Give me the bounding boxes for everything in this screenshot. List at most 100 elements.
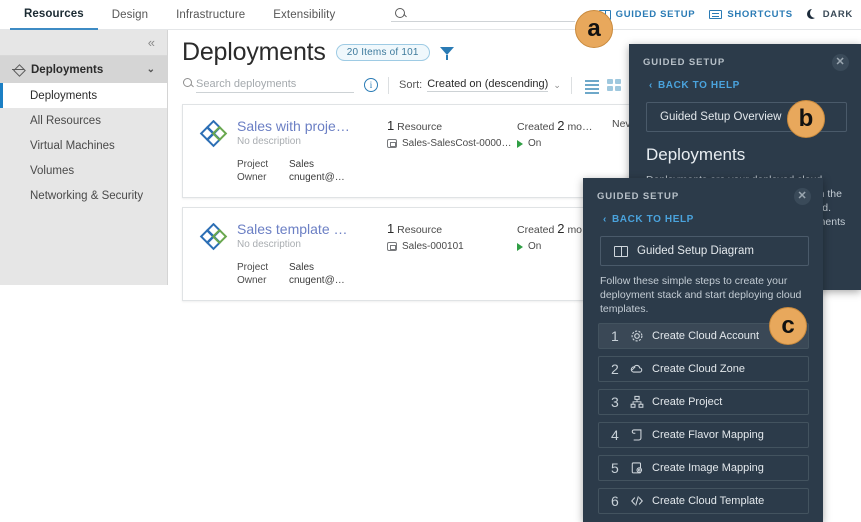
resource-icon <box>387 139 397 148</box>
sidebar-item-virtual-machines[interactable]: Virtual Machines <box>0 133 167 158</box>
resource-label: Resource <box>397 224 443 236</box>
step-number: 5 <box>611 460 619 476</box>
sort-label: Sort: <box>399 79 423 91</box>
gear-icon <box>630 329 644 343</box>
guided-setup-link[interactable]: GUIDED SETUP <box>598 9 696 20</box>
nav-tab-extensibility[interactable]: Extensibility <box>259 0 349 30</box>
created-row: Created 2 mo… <box>517 118 612 133</box>
scroll-icon <box>630 428 644 442</box>
org-chart-icon <box>630 395 644 409</box>
panel-header: GUIDED SETUP ✕ <box>629 44 861 71</box>
power-state: On <box>528 138 542 149</box>
nav-right-group: GUIDED SETUP SHORTCUTS DARK <box>365 0 861 30</box>
chevron-down-icon: ⌄ <box>553 79 561 90</box>
back-to-help-label: BACK TO HELP <box>611 214 694 225</box>
project-value: Sales <box>289 262 315 273</box>
guided-setup-diagram-button[interactable]: Guided Setup Diagram <box>600 236 809 266</box>
power-state-row: On <box>517 138 612 149</box>
deployment-name-link[interactable]: Sales template … <box>237 221 387 237</box>
sidebar-item-deployments[interactable]: Deployments <box>0 83 167 108</box>
project-value: Sales <box>289 159 315 170</box>
resource-name-row: Sales-000101 <box>387 241 517 252</box>
close-icon[interactable]: ✕ <box>832 54 849 71</box>
nav-tab-infrastructure[interactable]: Infrastructure <box>162 0 259 30</box>
guided-setup-diagram-panel: GUIDED SETUP ✕ ‹ BACK TO HELP Guided Set… <box>583 178 823 522</box>
panel-header-label: GUIDED SETUP <box>643 57 726 68</box>
guided-setup-diagram-label: Guided Setup Diagram <box>637 245 754 257</box>
cloud-icon <box>630 362 644 376</box>
step-create-image-mapping[interactable]: 5 Create Image Mapping <box>598 455 809 481</box>
annotation-badge-c: c <box>769 307 807 345</box>
nav-tab-design[interactable]: Design <box>98 0 162 30</box>
owner-value: cnugent@… <box>289 172 345 183</box>
created-suffix: mo… <box>567 121 593 133</box>
info-icon[interactable]: i <box>364 78 378 92</box>
resource-name-row: Sales-SalesCost-0000… <box>387 138 517 149</box>
grid-view-icon[interactable] <box>606 79 621 91</box>
search-underline <box>390 20 575 22</box>
owner-key: Owner <box>237 172 267 183</box>
annotation-badge-a: a <box>575 10 613 48</box>
sidebar-item-volumes[interactable]: Volumes <box>0 158 167 183</box>
owner-value: cnugent@… <box>289 275 345 286</box>
sidebar-group-deployments[interactable]: Deployments ⌄ <box>0 56 167 83</box>
deployment-description: No description <box>237 239 301 250</box>
deployment-project-row: Project Sales <box>237 261 387 274</box>
sort-control[interactable]: Sort: Created on (descending) ⌄ <box>399 78 561 92</box>
step-label: Create Cloud Zone <box>652 363 745 375</box>
created-prefix: Created <box>517 224 555 236</box>
deployment-card-main: Sales with proje… No description Project… <box>237 118 387 184</box>
panel-header-label: GUIDED SETUP <box>597 191 680 202</box>
step-label: Create Project <box>652 396 723 408</box>
resource-count: 1 <box>387 221 395 236</box>
sidebar-collapse-row: « <box>0 30 167 56</box>
resource-name: Sales-000101 <box>402 241 464 252</box>
owner-key: Owner <box>237 275 267 286</box>
created-prefix: Created <box>517 121 555 133</box>
shortcuts-link[interactable]: SHORTCUTS <box>709 9 792 20</box>
search-icon <box>394 7 405 18</box>
step-label: Create Flavor Mapping <box>652 429 764 441</box>
sidebar-item-networking-security[interactable]: Networking & Security <box>0 183 167 208</box>
collapse-sidebar-icon[interactable]: « <box>148 36 155 49</box>
app-root: Resources Design Infrastructure Extensib… <box>0 0 861 522</box>
close-icon[interactable]: ✕ <box>794 188 811 205</box>
sidebar-item-all-resources[interactable]: All Resources <box>0 108 167 133</box>
resource-count-row: 1 Resource <box>387 221 517 236</box>
step-number: 1 <box>611 328 619 344</box>
search-deployments-box[interactable] <box>182 75 354 95</box>
deployment-owner-row: Owner cnugent@… <box>237 274 387 287</box>
deployment-owner-row: Owner cnugent@… <box>237 171 387 184</box>
deployment-card-main: Sales template … No description Project … <box>237 221 387 287</box>
deployment-name-link[interactable]: Sales with proje… <box>237 118 387 134</box>
back-to-help-label: BACK TO HELP <box>657 80 740 91</box>
resource-name: Sales-SalesCost-0000… <box>402 138 512 149</box>
sidebar-group-label: Deployments <box>31 63 104 76</box>
view-toggle-group <box>584 79 621 94</box>
back-to-help-link[interactable]: ‹ BACK TO HELP <box>583 205 823 225</box>
chevron-left-icon: ‹ <box>603 214 607 225</box>
step-create-project[interactable]: 3 Create Project <box>598 389 809 415</box>
nav-tab-resources[interactable]: Resources <box>10 0 98 30</box>
funnel-icon[interactable] <box>439 46 455 60</box>
project-key: Project <box>237 262 269 273</box>
moon-icon <box>806 8 820 20</box>
search-input[interactable] <box>196 75 354 93</box>
dark-mode-toggle[interactable]: DARK <box>806 8 853 20</box>
list-view-icon[interactable] <box>584 79 599 94</box>
code-icon <box>630 494 644 508</box>
deployment-diamond-icon <box>199 221 237 287</box>
toolbar-divider-2 <box>570 76 572 94</box>
step-create-flavor-mapping[interactable]: 4 Create Flavor Mapping <box>598 422 809 448</box>
sort-value[interactable]: Created on (descending) <box>427 78 549 92</box>
created-count: 2 <box>557 118 565 133</box>
nav-tabs: Resources Design Infrastructure Extensib… <box>0 0 349 30</box>
image-gear-icon <box>630 461 644 475</box>
step-create-cloud-template[interactable]: 6 Create Cloud Template <box>598 488 809 514</box>
global-search[interactable] <box>365 4 575 26</box>
step-create-cloud-zone[interactable]: 2 Create Cloud Zone <box>598 356 809 382</box>
back-to-help-link[interactable]: ‹ BACK TO HELP <box>629 71 861 91</box>
step-number: 2 <box>611 361 619 377</box>
item-count-badge: 20 Items of 101 <box>335 44 430 61</box>
resource-label: Resource <box>397 121 443 133</box>
